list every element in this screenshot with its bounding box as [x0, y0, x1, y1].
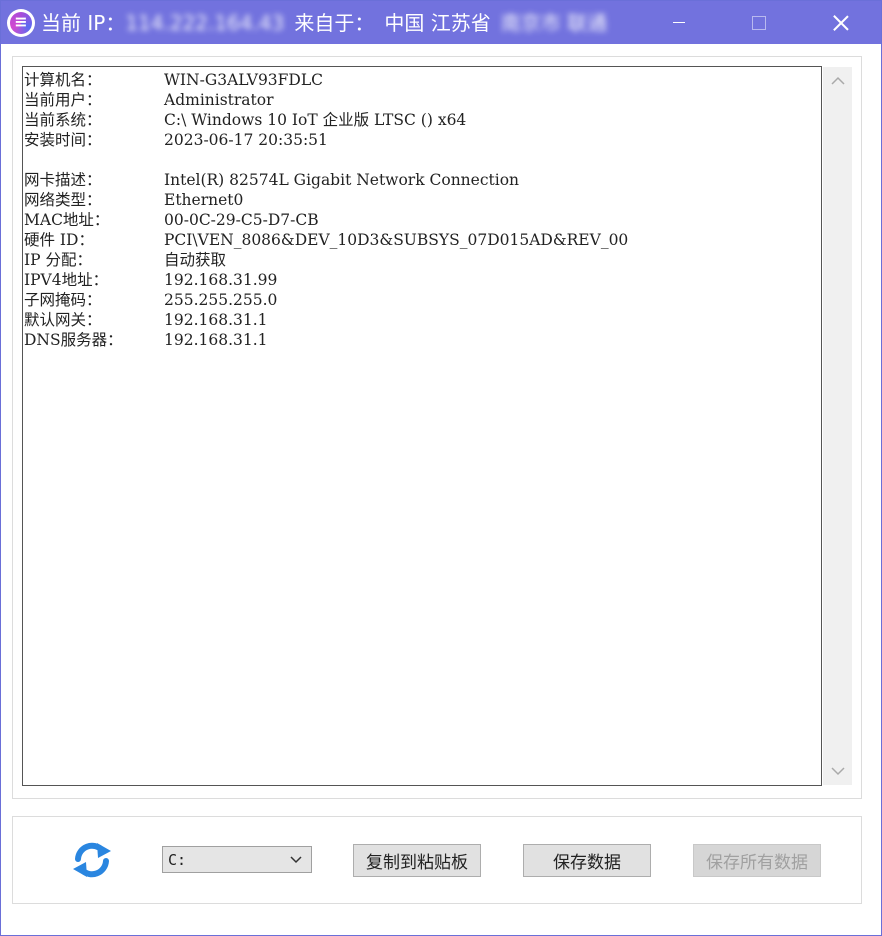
info-row: 安装时间： 2023-06-17 20:35:51 — [24, 130, 821, 150]
info-value: 2023-06-17 20:35:51 — [164, 131, 328, 149]
info-row: 网络类型： Ethernet0 — [24, 190, 821, 210]
info-value: 192.168.31.1 — [164, 311, 268, 329]
info-key: DNS服务器： — [24, 331, 123, 349]
info-key: 默认网关： — [24, 311, 102, 329]
info-value: 00-0C-29-C5-D7-CB — [164, 211, 319, 229]
info-key: 安装时间： — [24, 131, 102, 149]
info-value: 自动获取 — [164, 251, 227, 269]
copy-to-clipboard-button[interactable]: 复制到粘贴板 — [353, 844, 481, 877]
info-key: IP 分配： — [24, 251, 92, 269]
info-row: 硬件 ID： PCI\VEN_8086&DEV_10D3&SUBSYS_07D01… — [24, 230, 821, 250]
info-value: Intel(R) 82574L Gigabit Network Connecti… — [164, 171, 520, 189]
info-value: 192.168.31.1 — [164, 331, 268, 349]
from-label: 来自于： — [294, 11, 375, 35]
window-title: 当前 IP： 114.222.164.43 来自于： 中国 江苏省 南京市 联通 — [41, 10, 607, 36]
chevron-up-icon — [830, 76, 845, 85]
info-value: PCI\VEN_8086&DEV_10D3&SUBSYS_07D015AD&RE… — [164, 231, 629, 249]
vertical-scrollbar[interactable] — [823, 67, 852, 785]
info-key: IPV4地址： — [24, 271, 109, 289]
info-value: WIN-G3ALV93FDLC — [164, 71, 323, 89]
ip-label: 当前 IP： — [41, 11, 126, 35]
location-value: 中国 江苏省 — [384, 11, 491, 35]
main-window: 当前 IP： 114.222.164.43 来自于： 中国 江苏省 南京市 联通… — [0, 0, 882, 936]
location-detail: 南京市 联通 — [500, 11, 608, 35]
info-row — [24, 150, 821, 170]
info-row: DNS服务器： 192.168.31.1 — [24, 330, 821, 350]
title-bar[interactable]: 当前 IP： 114.222.164.43 来自于： 中国 江苏省 南京市 联通 — [1, 1, 881, 44]
chevron-down-icon — [289, 849, 303, 873]
info-key: 子网掩码： — [24, 291, 102, 309]
info-value: 255.255.255.0 — [164, 291, 278, 309]
info-row: IP 分配： 自动获取 — [24, 250, 821, 270]
info-row: 当前系统： C:\ Windows 10 IoT 企业版 LTSC () x64 — [24, 110, 821, 130]
info-value: 192.168.31.99 — [164, 271, 278, 289]
app-logo-icon — [7, 9, 35, 37]
minimize-button[interactable] — [639, 1, 719, 44]
info-key: 网卡描述： — [24, 171, 102, 189]
close-icon — [833, 15, 849, 31]
info-value: Administrator — [164, 91, 274, 109]
save-all-data-button[interactable]: 保存所有数据 — [693, 844, 821, 877]
maximize-button — [719, 1, 799, 44]
info-row: 计算机名： WIN-G3ALV93FDLC — [24, 70, 821, 90]
close-button[interactable] — [801, 1, 881, 44]
info-key: 当前系统： — [24, 111, 102, 129]
info-value: Ethernet0 — [164, 191, 244, 209]
refresh-icon — [73, 842, 111, 878]
info-key: MAC地址： — [24, 211, 110, 229]
ip-value: 114.222.164.43 — [125, 11, 285, 35]
info-value: C:\ Windows 10 IoT 企业版 LTSC () x64 — [164, 111, 467, 129]
info-key: 硬件 ID： — [24, 231, 94, 249]
chevron-down-icon — [830, 767, 845, 776]
scroll-up-button[interactable] — [823, 67, 852, 95]
info-key: 计算机名： — [24, 71, 102, 89]
scroll-down-button[interactable] — [823, 757, 852, 785]
info-row: IPV4地址： 192.168.31.99 — [24, 270, 821, 290]
info-key: 当前用户： — [24, 91, 102, 109]
refresh-button[interactable] — [71, 841, 113, 879]
save-data-button[interactable]: 保存数据 — [523, 844, 651, 877]
info-key — [24, 150, 164, 170]
drive-select[interactable]: C: — [162, 846, 312, 873]
info-row: 当前用户： Administrator — [24, 90, 821, 110]
info-key: 网络类型： — [24, 191, 102, 209]
info-row: 默认网关： 192.168.31.1 — [24, 310, 821, 330]
system-info-textbox[interactable]: 计算机名： WIN-G3ALV93FDLC 当前用户： Administrator 当前… — [22, 66, 822, 786]
info-row: 网卡描述： Intel(R) 82574L Gigabit Network Con… — [24, 170, 821, 190]
info-row: MAC地址： 00-0C-29-C5-D7-CB — [24, 210, 821, 230]
info-row: 子网掩码： 255.255.255.0 — [24, 290, 821, 310]
drive-select-value: C: — [168, 850, 187, 869]
